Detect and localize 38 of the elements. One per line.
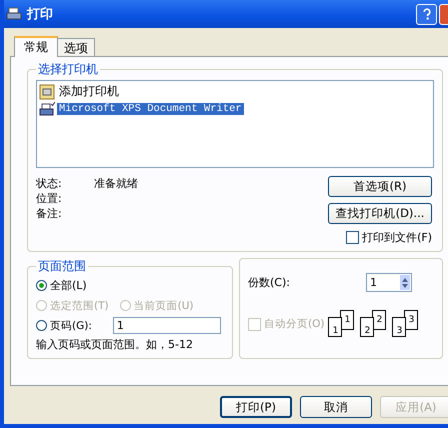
page-sheet: 1 bbox=[328, 317, 342, 337]
find-printer-button[interactable]: 查找打印机(D)... bbox=[328, 203, 432, 224]
page-sheet: 3 bbox=[404, 310, 418, 330]
radio-label: 全部(L) bbox=[50, 278, 87, 293]
dialog-button[interactable]: 取消 bbox=[300, 396, 372, 418]
help-button[interactable] bbox=[416, 4, 437, 24]
radio-label: 选定范围(T) bbox=[50, 298, 109, 312]
pages-field[interactable]: 1 bbox=[112, 317, 221, 334]
radio-button[interactable] bbox=[36, 320, 47, 331]
page-sheet: 1 bbox=[340, 310, 354, 330]
radio-button[interactable] bbox=[36, 280, 47, 291]
list-item[interactable]: Microsoft XPS Document Writer bbox=[57, 102, 244, 114]
copies-label: 份数(C): bbox=[248, 275, 290, 290]
page-sheet: 2 bbox=[360, 317, 374, 337]
checkbox-label: 打印到文件(F) bbox=[362, 230, 432, 245]
field-label: 状态: bbox=[36, 176, 63, 191]
field-value: 准备就绪 bbox=[94, 176, 138, 191]
printer-icon bbox=[6, 6, 22, 22]
radio-label: 页码(G): bbox=[50, 318, 92, 332]
printer-icon bbox=[39, 100, 55, 116]
list-item[interactable]: 添加打印机 bbox=[57, 83, 121, 100]
group-title: 页面范围 bbox=[37, 258, 87, 275]
checkbox[interactable] bbox=[346, 231, 360, 244]
dialog-button[interactable]: 打印(P) bbox=[220, 396, 292, 418]
tab[interactable]: 选项 bbox=[57, 38, 95, 56]
page-sheet: 2 bbox=[372, 310, 386, 330]
tab[interactable]: 常规 bbox=[14, 36, 58, 57]
field-label: 备注: bbox=[36, 206, 63, 221]
field-label: 位置: bbox=[36, 191, 63, 206]
window-title: 打印 bbox=[27, 6, 54, 23]
group-title: 选择打印机 bbox=[37, 61, 99, 78]
copies-spinner[interactable]: 1 bbox=[366, 273, 412, 292]
hint-text: 输入页码或页面范围。如，5-12 bbox=[36, 337, 194, 352]
radio-label: 当前页面(U) bbox=[134, 298, 194, 312]
preferences-button[interactable]: 首选项(R) bbox=[328, 176, 432, 197]
checkbox-label: 自动分页(O) bbox=[264, 317, 324, 331]
add-printer-icon bbox=[39, 84, 55, 100]
page-sheet: 3 bbox=[392, 317, 406, 337]
